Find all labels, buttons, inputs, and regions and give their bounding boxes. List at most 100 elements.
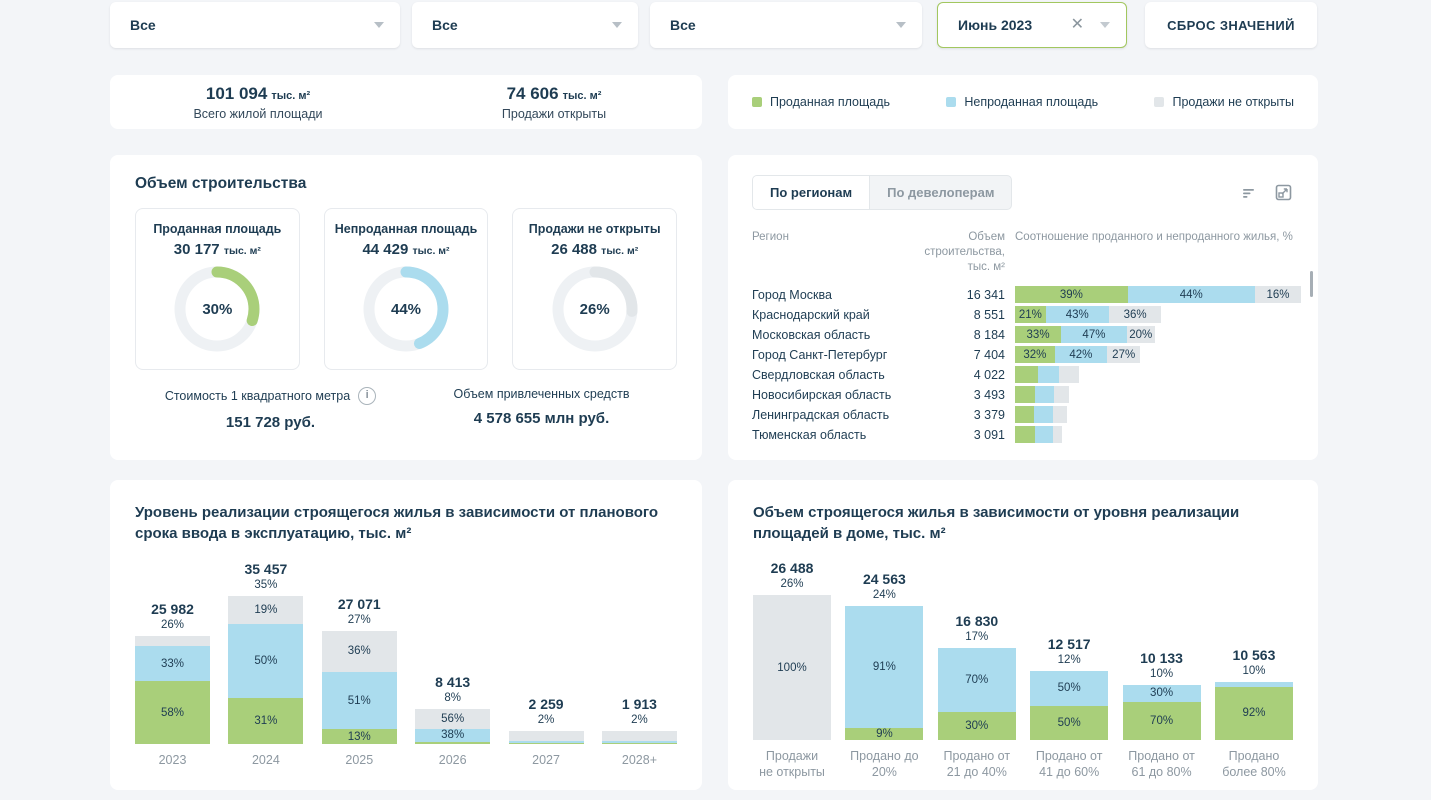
filter-dropdown-1[interactable]: Все xyxy=(110,2,400,48)
stacked-bar: 10 13310%30%70% xyxy=(1123,650,1201,740)
deadline-chart-title: Уровень реализации строящегося жилья в з… xyxy=(135,502,677,544)
bar-share-label: 26% xyxy=(753,578,831,590)
legend-label-not-open: Продажи не открыты xyxy=(1172,95,1294,109)
bar-segment-unsold: 51% xyxy=(322,672,397,730)
regions-table-body: Город Москва16 34139%44%16% Краснодарский… xyxy=(752,285,1304,445)
filter-dropdown-3[interactable]: Все xyxy=(650,2,922,48)
donut-chart-unsold: 44% xyxy=(363,266,449,352)
bar-share-label: 27% xyxy=(322,614,397,626)
bar-segment-unsold: 50% xyxy=(1030,671,1108,706)
donut-card-unsold: Непроданная площадь 44 429 тыс. м² 44% xyxy=(324,208,489,370)
bar-segment-unsold: 30% xyxy=(1123,685,1201,702)
stat-total-label: Всего жилой площади xyxy=(110,107,406,121)
chevron-down-icon xyxy=(612,22,622,28)
bar-segment-sold: 30% xyxy=(938,712,1016,740)
ratio-segment: 42% xyxy=(1055,346,1107,363)
table-row: Новосибирская область3 493 xyxy=(752,385,1304,405)
table-row: Ленинградская область3 379 xyxy=(752,405,1304,425)
bar-category-label: Продано от61 до 80% xyxy=(1123,748,1201,781)
bar-share-label: 26% xyxy=(135,619,210,631)
stat-total-unit: тыс. м² xyxy=(271,90,310,102)
region-volume: 7 404 xyxy=(920,348,1005,362)
bar-total-label: 24 563 xyxy=(845,571,923,587)
ratio-segment xyxy=(1059,366,1079,383)
bar-stack: 56%38% xyxy=(415,709,490,744)
donut-value: 26 488 xyxy=(551,241,597,258)
bar-share-label: 2% xyxy=(602,714,677,726)
filter-dropdown-3-value: Все xyxy=(670,17,696,33)
bar-segment-not_open xyxy=(509,731,584,741)
bar-segment-sold xyxy=(509,743,584,744)
tab-by-regions[interactable]: По регионам xyxy=(753,176,870,209)
stat-total-area: 101 094тыс. м² Всего жилой площади xyxy=(110,84,406,121)
legend-card: Проданная площадь Непроданная площадь Пр… xyxy=(728,75,1318,129)
filter-dropdown-1-value: Все xyxy=(130,17,156,33)
ratio-segment: 43% xyxy=(1046,306,1109,323)
ratio-segment xyxy=(1054,386,1069,403)
construction-volume-card: Объем строительства Проданная площадь 30… xyxy=(110,155,702,460)
raised-funds-value: 4 578 655 млн руб. xyxy=(406,410,677,427)
ratio-segment xyxy=(1053,406,1067,423)
price-per-sqm-block: Стоимость 1 квадратного метра i 151 728 … xyxy=(135,387,406,431)
table-row: Город Москва16 34139%44%16% xyxy=(752,285,1304,305)
filter-dropdown-2-value: Все xyxy=(432,17,458,33)
bar-total-label: 10 133 xyxy=(1123,650,1201,666)
filter-dropdown-2[interactable]: Все xyxy=(412,2,638,48)
region-ratio-bar xyxy=(1015,386,1069,403)
region-name: Ленинградская область xyxy=(752,408,920,422)
bar-segment-unsold: 33% xyxy=(135,646,210,682)
info-icon[interactable]: i xyxy=(358,387,376,405)
bar-segment-unsold: 38% xyxy=(415,729,490,742)
sort-icon[interactable] xyxy=(1242,186,1257,200)
clear-icon[interactable]: ✕ xyxy=(1071,17,1084,33)
ratio-segment: 32% xyxy=(1015,346,1055,363)
expand-icon[interactable] xyxy=(1275,184,1292,201)
bar-segment-not_open: 56% xyxy=(415,709,490,729)
donut-value: 44 429 xyxy=(362,241,408,258)
bar-segment-not_open: 19% xyxy=(228,596,303,624)
tab-by-developers[interactable]: По девелоперам xyxy=(870,176,1011,209)
donut-chart-sold: 30% xyxy=(174,266,260,352)
table-scrollbar[interactable] xyxy=(1310,271,1313,297)
stacked-bar: 25 98226%33%58% xyxy=(135,601,210,744)
legend-item-sold: Проданная площадь xyxy=(752,95,890,109)
deadline-chart-card: Уровень реализации строящегося жилья в з… xyxy=(110,480,702,790)
donut-value: 30 177 xyxy=(174,241,220,258)
stacked-bar: 27 07127%36%51%13% xyxy=(322,596,397,744)
region-ratio-bar xyxy=(1015,366,1079,383)
bar-segment-sold: 9% xyxy=(845,728,923,740)
bar-share-label: 12% xyxy=(1030,654,1108,666)
region-ratio-bar: 21%43%36% xyxy=(1015,306,1161,323)
stacked-bar: 24 56324%91%9% xyxy=(845,571,923,740)
bar-segment-not_open xyxy=(602,731,677,741)
reset-filters-button[interactable]: СБРОС ЗНАЧЕНИЙ xyxy=(1145,2,1317,48)
table-row: Московская область8 18433%47%20% xyxy=(752,325,1304,345)
bar-stack xyxy=(602,731,677,744)
bar-segment-not_open: 36% xyxy=(322,631,397,672)
ratio-segment xyxy=(1015,426,1035,443)
bar-segment-not_open: 100% xyxy=(753,595,831,740)
bar-category-label: 2027 xyxy=(509,752,584,768)
stat-open-value: 74 606 xyxy=(507,84,559,103)
region-volume: 3 091 xyxy=(920,428,1005,442)
region-name: Краснодарский край xyxy=(752,308,920,322)
filter-month-dropdown[interactable]: Июнь 2023 ✕ xyxy=(937,2,1127,48)
bar-share-label: 35% xyxy=(228,579,303,591)
column-header-ratio: Соотношение проданного и непроданного жи… xyxy=(1005,230,1304,275)
bar-segment-sold: 31% xyxy=(228,698,303,744)
donut-card-sold: Проданная площадь 30 177 тыс. м² 30% xyxy=(135,208,300,370)
stat-open-unit: тыс. м² xyxy=(563,90,602,102)
bar-stack: 70%30% xyxy=(938,648,1016,740)
donut-percent-label: 26% xyxy=(552,266,638,352)
ratio-segment: 33% xyxy=(1015,326,1061,343)
region-name: Город Москва xyxy=(752,288,920,302)
donut-unit: тыс. м² xyxy=(413,245,450,257)
stacked-bar: 16 83017%70%30% xyxy=(938,613,1016,740)
bar-stack: 100% xyxy=(753,595,831,740)
bar-share-label: 24% xyxy=(845,589,923,601)
bar-share-label: 17% xyxy=(938,631,1016,643)
stat-open-sales: 74 606тыс. м² Продажи открыты xyxy=(406,84,702,121)
realization-chart-bars: 26 48826%100%24 56324%91%9%16 83017%70%3… xyxy=(753,554,1293,740)
region-name: Московская область xyxy=(752,328,920,342)
column-header-volume: Объем строительства, тыс. м² xyxy=(920,230,1005,275)
